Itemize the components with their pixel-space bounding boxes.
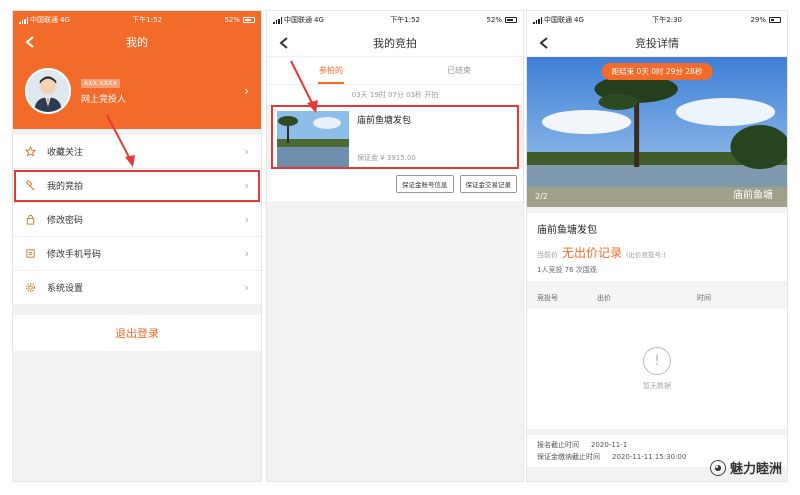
status-time: 下午1:52 bbox=[132, 16, 163, 24]
battery-icon bbox=[243, 17, 255, 23]
carousel-page-indicator: 2/2 bbox=[535, 192, 548, 201]
battery-icon bbox=[505, 17, 517, 23]
current-price-label: 当前价 bbox=[537, 251, 558, 259]
star-icon bbox=[23, 145, 37, 159]
chevron-right-icon: › bbox=[244, 179, 249, 192]
profile-row[interactable]: AXX XXXX 网上竞投人 › bbox=[13, 55, 261, 127]
item-info: 庙前鱼塘发包 当前价 无出价记录 (出价竞投号:) 1人竞投 76 次围观 bbox=[527, 213, 787, 281]
chevron-right-icon: › bbox=[244, 247, 249, 260]
chevron-right-icon: › bbox=[244, 213, 249, 226]
menu-item-change-password[interactable]: 修改密码 › bbox=[13, 203, 261, 237]
chevron-right-icon: › bbox=[244, 145, 249, 158]
stage: 中国联通 4G 下午1:52 52% 我的 AXX XXXX 网上竞投人 › 收… bbox=[0, 0, 800, 495]
item-title: 庙前鱼塘发包 bbox=[357, 116, 412, 126]
auction-item-card[interactable]: 庙前鱼塘发包 保证金 ¥ 3915.00 bbox=[271, 105, 519, 169]
chevron-right-icon: › bbox=[244, 84, 249, 98]
menu-item-favorites[interactable]: 收藏关注 › bbox=[13, 135, 261, 169]
phone-bid-detail: 中国联通 4G 下午2:30 29% 竞投详情 距结束 0天 0时 29分 28… bbox=[526, 10, 788, 482]
menu-item-my-bids[interactable]: 我的竞拍 › bbox=[13, 169, 261, 203]
signal-icon bbox=[273, 16, 282, 24]
image-caption: 庙前鱼塘 bbox=[733, 190, 773, 201]
signal-icon bbox=[19, 16, 28, 24]
bid-stats: 1人竞投 76 次围观 bbox=[537, 266, 597, 274]
back-icon[interactable] bbox=[23, 35, 37, 49]
deposit-records-button[interactable]: 保证金交易记录 bbox=[459, 175, 517, 193]
phone-my-account: 中国联通 4G 下午1:52 52% 我的 AXX XXXX 网上竞投人 › 收… bbox=[12, 10, 262, 482]
bid-table-empty: ! 暂无数据 bbox=[527, 309, 787, 429]
item-deposit: 保证金 ¥ 3915.00 bbox=[357, 154, 416, 162]
lock-icon bbox=[23, 213, 37, 227]
avatar bbox=[25, 68, 71, 114]
nav-bar: 竞投详情 bbox=[527, 29, 787, 57]
account-menu: 收藏关注 › 我的竞拍 › 修改密码 › 修改手机号码 › 系统设置 › bbox=[13, 135, 261, 305]
item-thumbnail bbox=[277, 111, 349, 167]
watermark: ◕ 魅力睦洲 bbox=[709, 458, 782, 477]
wechat-logo-icon: ◕ bbox=[709, 459, 726, 476]
logout-button[interactable]: 退出登录 bbox=[13, 315, 261, 351]
item-title: 庙前鱼塘发包 bbox=[537, 225, 597, 236]
phone-icon bbox=[23, 247, 37, 261]
gear-icon bbox=[23, 281, 37, 295]
menu-item-change-phone[interactable]: 修改手机号码 › bbox=[13, 237, 261, 271]
deposit-account-button[interactable]: 保证金账号信息 bbox=[396, 175, 454, 193]
gavel-icon bbox=[23, 179, 37, 193]
menu-item-settings[interactable]: 系统设置 › bbox=[13, 271, 261, 305]
bid-number-hint: (出价竞投号:) bbox=[626, 251, 666, 259]
tab-ended[interactable]: 已结束 bbox=[395, 57, 523, 84]
page-title: 我的竞拍 bbox=[373, 36, 417, 50]
bid-tabs: 参拍的 已结束 bbox=[267, 57, 523, 85]
page-title: 我的 bbox=[126, 36, 148, 49]
status-bar: 中国联通 4G 下午1:52 52% bbox=[267, 11, 523, 29]
item-image-carousel[interactable]: 距结束 0天 0时 29分 28秒 2/2 庙前鱼塘 bbox=[527, 57, 787, 207]
current-price-value: 无出价记录 bbox=[562, 246, 623, 260]
profile-header: 我的 AXX XXXX 网上竞投人 › bbox=[13, 29, 261, 129]
signal-icon bbox=[533, 16, 542, 24]
user-role: 网上竞投人 bbox=[81, 94, 127, 105]
back-icon[interactable] bbox=[537, 36, 551, 50]
status-time: 下午1:52 bbox=[390, 16, 421, 24]
end-countdown: 距结束 0天 0时 29分 28秒 bbox=[601, 63, 713, 80]
tab-participating[interactable]: 参拍的 bbox=[267, 57, 395, 84]
alert-icon: ! bbox=[643, 347, 671, 375]
phone-my-bids: 中国联通 4G 下午1:52 52% 我的竞拍 参拍的 已结束 03天 19时 … bbox=[266, 10, 524, 482]
back-icon[interactable] bbox=[277, 36, 291, 50]
status-bar: 中国联通 4G 下午1:52 52% bbox=[13, 11, 261, 29]
page-title: 竞投详情 bbox=[635, 36, 679, 50]
nav-bar: 我的竞拍 bbox=[267, 29, 523, 57]
chevron-right-icon: › bbox=[244, 281, 249, 294]
status-time: 下午2:30 bbox=[652, 16, 683, 24]
empty-text: 暂无数据 bbox=[643, 382, 671, 390]
user-id: AXX XXXX bbox=[81, 78, 121, 88]
status-bar: 中国联通 4G 下午2:30 29% bbox=[527, 11, 787, 29]
battery-icon bbox=[769, 17, 781, 23]
bid-table-header: 竞投号 出价 时间 bbox=[527, 287, 787, 309]
start-countdown: 03天 19时 07分 03秒 开拍 bbox=[267, 85, 523, 105]
